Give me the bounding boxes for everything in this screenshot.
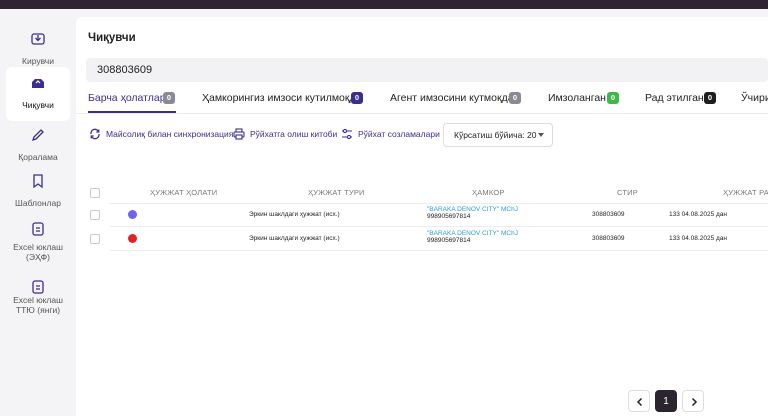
tab-count-badge: 0 <box>704 92 716 104</box>
status-dot <box>128 234 137 243</box>
excel-upload-new-icon <box>32 280 44 294</box>
column-header-doc-type: Ҳужжат тури <box>308 188 365 197</box>
list-settings-label: Рўйхат созламалари <box>358 129 440 139</box>
chevron-left-icon <box>636 397 643 407</box>
stir-cell: 308803609 <box>592 211 625 218</box>
sidebar: Кирувчи Чиқувчи Қоралама Шаблонлар Excel… <box>0 9 76 416</box>
sidebar-item-label: Excel юклаш <box>13 295 63 305</box>
doc-type-cell: Эркин шаклдаги ҳужжат (исх.) <box>249 235 340 242</box>
sidebar-item-label: Қоралама <box>18 152 58 162</box>
search-input[interactable]: 308803609 <box>86 58 768 82</box>
sync-label: Майсолиқ билан синхронизация <box>106 129 234 139</box>
sidebar-item-excel-upload-new[interactable]: Excel юклаш ТТЮ (янги) <box>6 271 70 331</box>
tab-count-badge: 0 <box>509 92 521 104</box>
top-bar <box>0 0 768 9</box>
prev-page-button[interactable] <box>628 390 650 412</box>
sidebar-item-label: Кирувчи <box>22 56 54 66</box>
registration-book-label: Рўйхатга олиш китоби <box>250 129 338 139</box>
status-tabs: Барча ҳолатлар 0 Ҳамкорингиз имзоси кути… <box>76 89 768 111</box>
chevron-down-icon <box>538 133 544 137</box>
tab-label: Рад этилган <box>645 92 704 104</box>
printer-icon <box>233 128 245 140</box>
column-header-doc-number: Ҳужжат ра <box>723 188 768 197</box>
doc-type-cell: Эркин шаклдаги ҳужжат (исх.) <box>249 211 340 218</box>
sidebar-item-sublabel: ТТЮ (янги) <box>15 305 61 315</box>
stir-cell: 308803609 <box>592 235 625 242</box>
template-icon <box>33 174 43 189</box>
partner-name-link[interactable]: "BARAKA DENOV CITY" MChJ <box>427 206 518 213</box>
next-page-button[interactable] <box>682 390 704 412</box>
table-row[interactable]: Эркин шаклдаги ҳужжат (исх.) "BARAKA DEN… <box>76 229 768 249</box>
page-size-select[interactable]: Кўрсатиш бўйича: 20 <box>443 123 553 147</box>
select-all-checkbox[interactable] <box>90 188 100 198</box>
partner-phone-cell: 998905697814 <box>427 237 471 244</box>
sidebar-item-templates[interactable]: Шаблонлар <box>6 165 70 219</box>
sync-icon <box>90 128 100 140</box>
row-checkbox[interactable] <box>90 210 100 220</box>
column-header-stir: СТИР <box>617 188 638 197</box>
column-header-partner: Ҳамкор <box>472 188 505 197</box>
sidebar-item-outgoing[interactable]: Чиқувчи <box>6 67 70 121</box>
sidebar-item-label: Чиқувчи <box>22 100 54 110</box>
main-panel: Чиқувчи 308803609 Барча ҳолатлар 0 Ҳамко… <box>76 17 768 416</box>
chevron-right-icon <box>691 397 698 407</box>
tab-count-badge: 0 <box>351 92 363 104</box>
sidebar-item-label: Excel юклаш <box>13 242 63 252</box>
header-divider <box>110 203 768 204</box>
outbox-icon <box>32 79 44 88</box>
page-title: Чиқувчи <box>88 32 136 44</box>
excel-upload-icon <box>32 222 44 236</box>
row-divider <box>110 226 768 227</box>
tab-label: Имзоланган <box>548 92 606 104</box>
table-header: Ҳужжат ҳолати Ҳужжат тури Ҳамкор СТИР Ҳу… <box>76 183 768 203</box>
page-size-value: Кўрсатиш бўйича: 20 <box>454 130 537 140</box>
tab-label: Агент имзосини кутмоқда <box>390 92 514 104</box>
doc-number-cell: 133 04.08.2025 дан <box>669 211 727 218</box>
inbox-icon <box>31 33 45 45</box>
status-dot <box>128 210 137 219</box>
tab-label: Ҳамкорингиз имзоси кутилмоқда <box>202 92 362 104</box>
partner-name-link[interactable]: "BARAKA DENOV CITY" MChJ <box>427 230 518 237</box>
sidebar-item-excel-upload[interactable]: Excel юклаш (ЭҲФ) <box>6 213 70 273</box>
page-number-button[interactable]: 1 <box>655 390 677 412</box>
tab-count-badge: 0 <box>163 92 175 104</box>
sliders-icon <box>342 128 352 140</box>
tab-label: Барча ҳолатлар <box>88 92 166 104</box>
sidebar-item-sublabel: (ЭҲФ) <box>26 252 50 262</box>
table-row[interactable]: Эркин шаклдаги ҳужжат (исх.) "BARAKA DEN… <box>76 205 768 225</box>
tab-count-badge: 0 <box>607 92 619 104</box>
sidebar-item-label: Шаблонлар <box>15 198 61 208</box>
search-value: 308803609 <box>97 64 153 76</box>
doc-number-cell: 133 04.08.2025 дан <box>669 235 727 242</box>
row-checkbox[interactable] <box>90 234 100 244</box>
column-header-status: Ҳужжат ҳолати <box>150 188 218 197</box>
tabs-divider <box>76 113 768 114</box>
tab-deleted[interactable]: Ўчири <box>741 89 768 111</box>
pen-icon <box>31 129 44 142</box>
row-divider <box>110 250 768 251</box>
partner-phone-cell: 998905697814 <box>427 213 471 220</box>
tab-label: Ўчири <box>741 92 768 104</box>
